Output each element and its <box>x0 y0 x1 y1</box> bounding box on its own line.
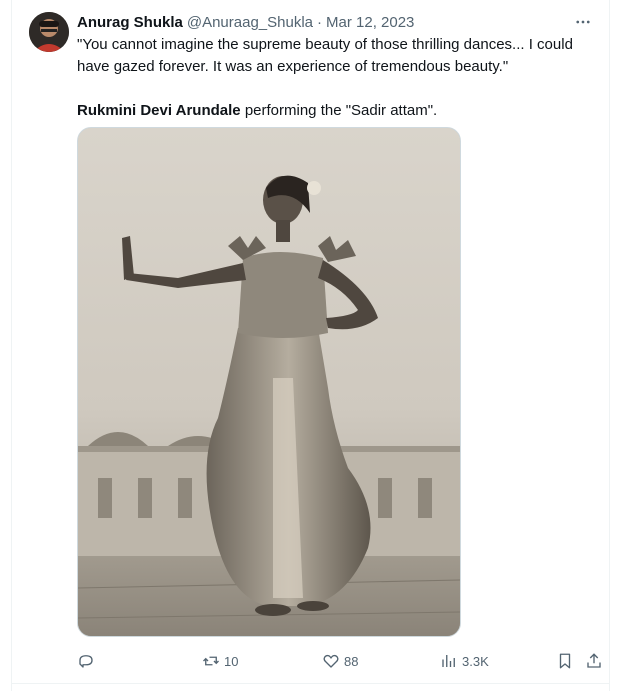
tweet-photo[interactable] <box>77 127 461 637</box>
tweet-date[interactable]: Mar 12, 2023 <box>326 14 414 31</box>
views-icon <box>442 655 455 667</box>
like-button[interactable]: 88 <box>322 648 358 674</box>
caption-bold: Rukmini Devi Arundale <box>77 102 241 119</box>
more-icon[interactable] <box>573 12 593 32</box>
tweet-actions: 10 88 3.3K <box>77 648 602 674</box>
share-icon <box>587 653 601 668</box>
avatar[interactable] <box>29 12 69 52</box>
author-name[interactable]: Anurag Shukla <box>77 14 183 31</box>
tweet-text: "You cannot imagine the supreme beauty o… <box>77 34 597 122</box>
retweet-count: 10 <box>224 653 239 669</box>
tweet-caption: Rukmini Devi Arundale performing the "Sa… <box>77 100 597 122</box>
bookmark-button[interactable] <box>556 648 574 674</box>
tweet-quote: "You cannot imagine the supreme beauty o… <box>77 36 573 75</box>
divider <box>12 683 609 684</box>
like-count: 88 <box>344 653 359 669</box>
tweet-header: Anurag Shukla @Anuraag_Shukla · Mar 12, … <box>77 11 414 33</box>
heart-icon <box>323 654 339 668</box>
retweet-icon <box>203 656 219 666</box>
bookmark-icon <box>559 653 571 669</box>
reply-button[interactable] <box>77 648 99 674</box>
tweet-card[interactable]: Anurag Shukla @Anuraag_Shukla · Mar 12, … <box>11 0 610 691</box>
views-button[interactable]: 3.3K <box>440 648 489 674</box>
caption-rest: performing the "Sadir attam". <box>240 102 438 119</box>
reply-icon <box>79 655 93 668</box>
author-handle[interactable]: @Anuraag_Shukla <box>187 14 313 31</box>
separator: · <box>317 13 323 31</box>
views-count: 3.3K <box>462 653 489 669</box>
share-button[interactable] <box>585 648 603 674</box>
retweet-button[interactable]: 10 <box>202 648 238 674</box>
